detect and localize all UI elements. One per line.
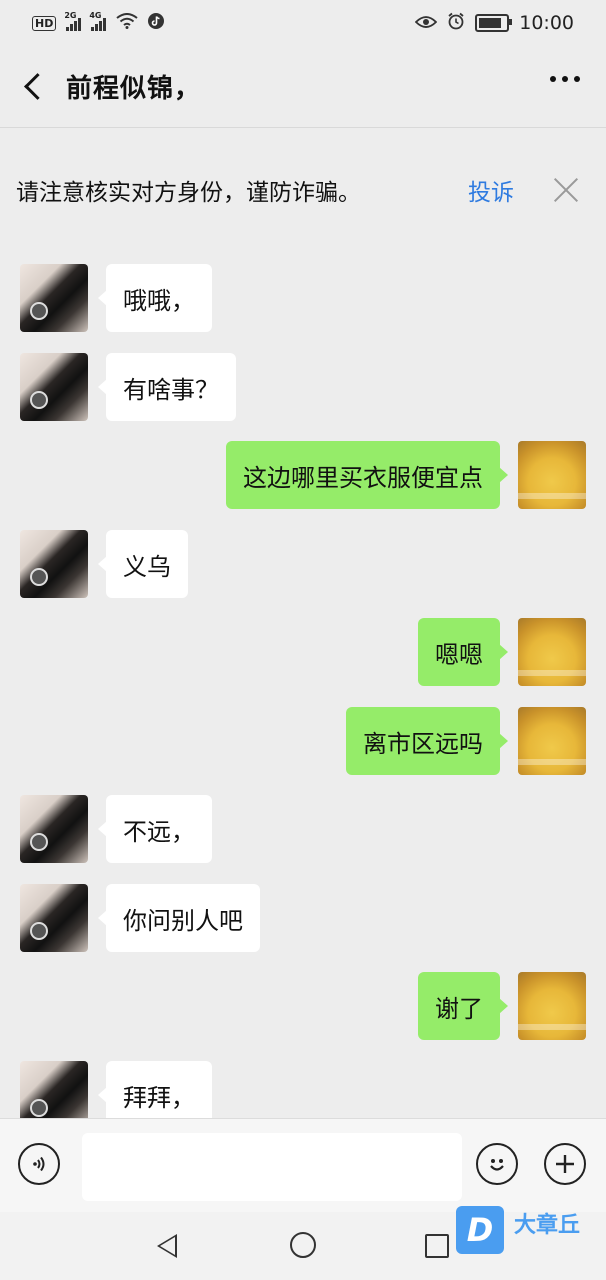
message-row: 这边哪里买衣服便宜点 <box>0 441 606 509</box>
signal-2g-icon: 2G <box>64 11 82 31</box>
message-row: 你问别人吧 <box>0 884 606 952</box>
message-row: 有啥事？ <box>0 353 606 421</box>
message-row: 拜拜， <box>0 1061 606 1118</box>
battery-icon <box>475 14 513 32</box>
alarm-icon <box>447 12 465 35</box>
contact-avatar[interactable] <box>20 530 88 598</box>
warning-text: 请注意核实对方身份，谨防诈骗。 <box>16 180 361 206</box>
emoji-icon <box>490 1159 504 1171</box>
wifi-icon <box>116 12 138 34</box>
watermark-logo: D <box>456 1206 504 1254</box>
message-list[interactable]: 哦哦， 有啥事？ 这边哪里买衣服便宜点 义乌 嗯嗯 离市区远吗 不远， 你问别人… <box>0 232 606 1118</box>
tiktok-icon <box>148 12 165 34</box>
watermark: D 大章丘 <box>456 1206 580 1254</box>
network-4g-label: 4G <box>89 11 102 20</box>
chevron-left-icon <box>23 73 51 100</box>
message-bubble-incoming[interactable]: 不远， <box>98 795 212 863</box>
nav-home-icon[interactable] <box>290 1232 316 1258</box>
contact-avatar[interactable] <box>20 884 88 952</box>
chat-header: 前程似锦， <box>0 46 606 128</box>
contact-avatar[interactable] <box>20 795 88 863</box>
more-options-button[interactable] <box>550 76 580 82</box>
voice-icon <box>33 1156 45 1172</box>
nav-recent-icon[interactable] <box>425 1234 449 1258</box>
message-row: 义乌 <box>0 530 606 598</box>
message-bubble-incoming[interactable]: 拜拜， <box>98 1061 212 1118</box>
message-bubble-incoming[interactable]: 你问别人吧 <box>98 884 260 952</box>
close-icon[interactable] <box>552 176 580 204</box>
status-bar-left: HD 2G 4G <box>32 11 165 34</box>
eye-icon <box>414 13 438 34</box>
message-bubble-outgoing[interactable]: 嗯嗯 <box>418 618 508 686</box>
message-row: 谢了 <box>0 972 606 1040</box>
network-2g-label: 2G <box>64 11 77 20</box>
contact-avatar[interactable] <box>20 264 88 332</box>
message-bubble-outgoing[interactable]: 这边哪里买衣服便宜点 <box>226 441 508 509</box>
message-bubble-incoming[interactable]: 义乌 <box>98 530 188 598</box>
voice-button[interactable] <box>18 1143 60 1185</box>
message-input[interactable] <box>82 1133 462 1201</box>
message-row: 哦哦， <box>0 264 606 332</box>
status-bar-right: 10:00 <box>414 12 574 35</box>
self-avatar[interactable] <box>518 441 586 509</box>
more-dot-icon <box>574 76 580 82</box>
plus-icon <box>556 1155 574 1173</box>
message-bubble-incoming[interactable]: 有啥事？ <box>98 353 236 421</box>
more-dot-icon <box>562 76 568 82</box>
status-bar: HD 2G 4G 10:00 <box>0 0 606 46</box>
self-avatar[interactable] <box>518 707 586 775</box>
hd-icon: HD <box>32 15 57 31</box>
more-dot-icon <box>550 76 556 82</box>
plus-button[interactable] <box>544 1143 586 1185</box>
input-bar <box>0 1118 606 1212</box>
nav-back-icon[interactable] <box>157 1234 177 1258</box>
chat-title: 前程似锦， <box>66 74 202 104</box>
message-bubble-incoming[interactable]: 哦哦， <box>98 264 212 332</box>
contact-avatar[interactable] <box>20 353 88 421</box>
report-link[interactable]: 投诉 <box>468 173 514 207</box>
message-bubble-outgoing[interactable]: 离市区远吗 <box>346 707 508 775</box>
self-avatar[interactable] <box>518 618 586 686</box>
message-bubble-outgoing[interactable]: 谢了 <box>418 972 508 1040</box>
watermark-text: 大章丘 <box>514 1213 581 1238</box>
security-warning-banner: 请注意核实对方身份，谨防诈骗。 投诉 <box>0 148 606 232</box>
message-row: 不远， <box>0 795 606 863</box>
message-row: 嗯嗯 <box>0 618 606 686</box>
contact-avatar[interactable] <box>20 1061 88 1118</box>
clock: 10:00 <box>519 12 574 34</box>
emoji-button[interactable] <box>476 1143 518 1185</box>
self-avatar[interactable] <box>518 972 586 1040</box>
back-button[interactable] <box>0 46 66 128</box>
signal-4g-icon: 4G <box>89 11 107 31</box>
message-row: 离市区远吗 <box>0 707 606 775</box>
